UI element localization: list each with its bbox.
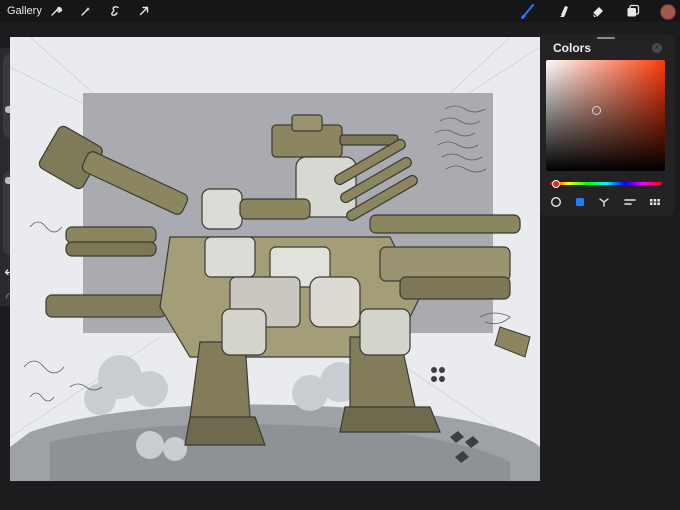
current-color-swatch[interactable] <box>660 4 676 20</box>
brush-icon[interactable] <box>518 1 538 21</box>
drawing-canvas[interactable] <box>10 37 540 481</box>
close-icon[interactable]: × <box>652 43 662 53</box>
mech-artwork <box>10 37 540 481</box>
transform-icon[interactable] <box>136 3 152 19</box>
harmony-icon[interactable] <box>597 195 611 209</box>
hue-slider[interactable] <box>550 182 662 185</box>
gallery-button[interactable]: Gallery <box>7 5 42 17</box>
value-sliders-icon[interactable] <box>623 195 637 209</box>
disc-icon[interactable] <box>549 195 563 209</box>
colors-panel: Colors × <box>540 34 674 216</box>
top-toolbar: Gallery <box>0 0 680 22</box>
eraser-icon[interactable] <box>588 1 608 21</box>
color-picker-handle[interactable] <box>592 106 601 115</box>
smudge-icon[interactable] <box>554 1 574 21</box>
panel-drag-handle[interactable] <box>597 37 615 39</box>
color-saturation-field[interactable] <box>546 60 665 171</box>
selection-icon[interactable] <box>107 3 123 19</box>
classic-square-icon[interactable] <box>573 195 587 209</box>
palettes-icon[interactable] <box>648 195 662 209</box>
colors-title: Colors <box>553 41 592 55</box>
magic-wand-icon[interactable] <box>78 3 94 19</box>
layers-icon[interactable] <box>623 1 643 21</box>
hue-slider-thumb[interactable] <box>552 180 560 188</box>
wrench-icon[interactable] <box>48 3 64 19</box>
